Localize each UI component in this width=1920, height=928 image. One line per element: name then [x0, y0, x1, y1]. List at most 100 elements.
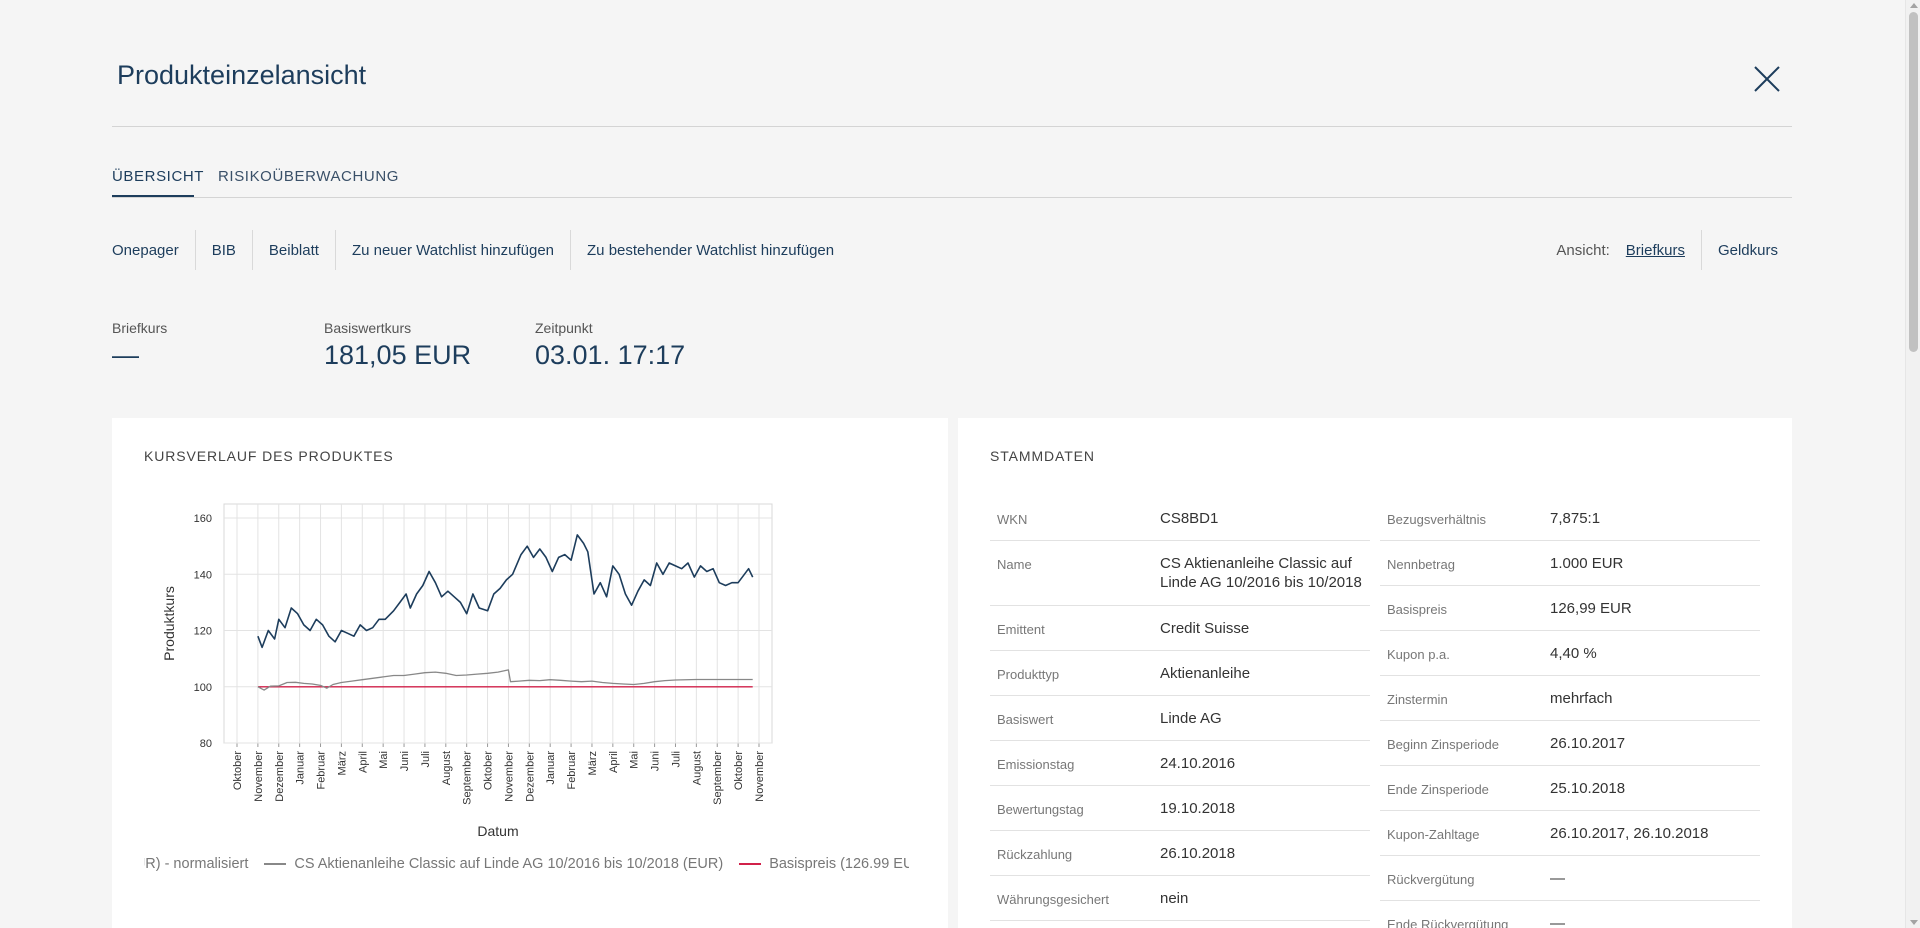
legend-item: JR) - normalisiert: [144, 856, 248, 872]
stammdaten-label: Kupon-Zahltage: [1387, 827, 1480, 842]
beiblatt-link[interactable]: Beiblatt: [251, 230, 335, 270]
legend-item: Basispreis (126.99 EUR): [739, 856, 909, 872]
view-label: Ansicht:: [1556, 241, 1610, 259]
x-tick-label: November: [754, 751, 766, 802]
y-tick-label: 160: [194, 513, 212, 525]
view-switch: Ansicht: Briefkurs Geldkurs: [1556, 230, 1794, 270]
stammdaten-row: WKN CS8BD1: [990, 496, 1370, 541]
stammdaten-row: Zinstermin mehrfach: [1380, 676, 1760, 721]
x-tick-label: Oktober: [483, 751, 495, 790]
stammdaten-value: 1.000 EUR: [1550, 555, 1624, 572]
stammdaten-label: Emissionstag: [997, 757, 1075, 772]
x-tick-label: Februar: [566, 751, 578, 790]
x-tick-label: November: [253, 751, 265, 802]
x-tick-label: Juli: [670, 751, 682, 768]
close-button[interactable]: [1752, 64, 1782, 94]
x-tick-label: Januar: [545, 751, 557, 785]
stammdaten-row: Nennbetrag 1.000 EUR: [1380, 541, 1760, 586]
scroll-up-icon[interactable]: [1910, 3, 1918, 8]
chart-legend: JR) - normalisiert CS Aktienanleihe Clas…: [144, 852, 909, 876]
stammdaten-label: Rückvergütung: [1387, 872, 1475, 887]
add-to-existing-watchlist-link[interactable]: Zu bestehender Watchlist hinzufügen: [570, 230, 850, 270]
stammdaten-value: Aktienanleihe: [1160, 665, 1251, 682]
x-tick-label: Februar: [316, 751, 328, 790]
y-tick-label: 100: [194, 682, 212, 694]
price-chart: Oktober November Dezember Januar Februar März…: [161, 503, 773, 839]
stammdaten-row: Ende Rückvergütung —: [1380, 901, 1760, 928]
stammdaten-label: Bewertungstag: [997, 802, 1084, 817]
plot-area: [223, 503, 773, 744]
bib-link[interactable]: BIB: [194, 230, 252, 270]
legend-item: CS Aktienanleihe Classic auf Linde AG 10…: [264, 856, 723, 872]
x-tick-label: Dezember: [524, 751, 536, 802]
stammdaten-value: 4,40 %: [1550, 645, 1597, 662]
stammdaten-row: Name CS Aktienanleihe Classic auf Linde A…: [990, 541, 1370, 606]
stammdaten-card: STAMMDATEN WKN CS8BD1 Name CS Aktienanleihe…: [958, 418, 1792, 928]
stammdaten-title: STAMMDATEN: [990, 448, 1095, 464]
stammdaten-label: Zinstermin: [1387, 692, 1448, 707]
stammdaten-value: 26.10.2017, 26.10.2018: [1550, 825, 1709, 842]
x-tick-label: April: [608, 751, 620, 773]
x-tick-label: April: [357, 751, 369, 773]
add-to-new-watchlist-link[interactable]: Zu neuer Watchlist hinzufügen: [334, 230, 570, 270]
header-divider: [112, 126, 1792, 127]
stammdaten-value: nein: [1160, 890, 1189, 907]
stammdaten-row: Währungsgesichert nein: [990, 876, 1370, 921]
x-tick-label: Dezember: [274, 751, 286, 802]
view-option-briefkurs[interactable]: Briefkurs: [1626, 230, 1701, 270]
stammdaten-row: Produkttyp Aktienanleihe: [990, 651, 1370, 696]
x-tick-label: Oktober: [232, 751, 244, 790]
kpi-zeitpunkt: Zeitpunkt 03.01. 17:17: [535, 320, 685, 371]
x-tick-label: August: [441, 751, 453, 785]
stammdaten-row: Kupon-Zahltage 26.10.2017, 26.10.2018: [1380, 811, 1760, 856]
stammdaten-label: WKN: [997, 512, 1028, 527]
x-tick-label: März: [587, 751, 599, 775]
onepager-link[interactable]: Onepager: [112, 230, 195, 270]
scroll-down-icon[interactable]: [1910, 920, 1918, 925]
stammdaten-value: Linde AG: [1160, 710, 1222, 727]
x-tick-label: September: [462, 751, 474, 805]
kpi-briefkurs: Briefkurs —: [112, 320, 167, 371]
page-scrollbar[interactable]: [1905, 0, 1920, 928]
y-axis-label: Produktkurs: [161, 586, 177, 661]
stammdaten-label: Produkttyp: [997, 667, 1060, 682]
stammdaten-label: Emittent: [997, 622, 1045, 637]
stammdaten-right-table: Bezugsverhältnis 7,875:1 Nennbetrag 1.000 E…: [1380, 496, 1760, 928]
tab-uebersicht[interactable]: ÜBERSICHT: [112, 168, 204, 185]
x-tick-label: Juni: [650, 751, 662, 771]
kpi-value: 03.01. 17:17: [535, 340, 686, 370]
stammdaten-label: Ende Zinsperiode: [1387, 782, 1489, 797]
stammdaten-label: Basiswert: [997, 712, 1054, 727]
stammdaten-value: CS Aktienanleihe Classic auf Linde AG 10…: [1160, 555, 1362, 591]
stammdaten-row: Kupon p.a. 4,40 %: [1380, 631, 1760, 676]
legend-swatch: [739, 863, 762, 865]
legend-swatch: [264, 863, 287, 865]
view-option-geldkurs[interactable]: Geldkurs: [1700, 230, 1794, 270]
kpi-value: —: [112, 340, 139, 370]
legend-label: JR) - normalisiert: [144, 856, 249, 872]
scroll-thumb[interactable]: [1909, 12, 1918, 352]
kpi-basiswertkurs: Basiswertkurs 181,05 EUR: [324, 320, 471, 371]
stammdaten-left-table: WKN CS8BD1 Name CS Aktienanleihe Classic au…: [990, 496, 1370, 921]
stammdaten-value: 19.10.2018: [1160, 800, 1236, 817]
x-tick-label: Mai: [629, 751, 641, 769]
action-bar: Onepager BIB Beiblatt Zu neuer Watchlist…: [112, 230, 850, 270]
stammdaten-row: Bewertungstag 19.10.2018: [990, 786, 1370, 831]
stammdaten-value: 7,875:1: [1550, 510, 1601, 527]
x-tick-label: November: [503, 751, 515, 802]
y-tick-label: 120: [194, 626, 212, 638]
x-axis-label: Datum: [477, 823, 518, 839]
x-tick-label: März: [336, 751, 348, 775]
stammdaten-row: Emissionstag 24.10.2016: [990, 741, 1370, 786]
x-tick-label: Mai: [378, 751, 390, 769]
y-tick-label: 140: [194, 569, 212, 581]
legend-label: Basispreis (126.99 EUR): [769, 856, 909, 872]
stammdaten-value: —: [1550, 870, 1565, 887]
x-tick-label: August: [691, 751, 703, 785]
stammdaten-label: Name: [997, 557, 1032, 572]
stammdaten-label: Beginn Zinsperiode: [1387, 737, 1500, 752]
tab-risikoueberwachung[interactable]: RISIKOÜBERWACHUNG: [218, 168, 399, 185]
stammdaten-label: Währungsgesichert: [997, 892, 1109, 907]
stammdaten-row: Rückzahlung 26.10.2018: [990, 831, 1370, 876]
stammdaten-value: 26.10.2018: [1160, 845, 1236, 862]
